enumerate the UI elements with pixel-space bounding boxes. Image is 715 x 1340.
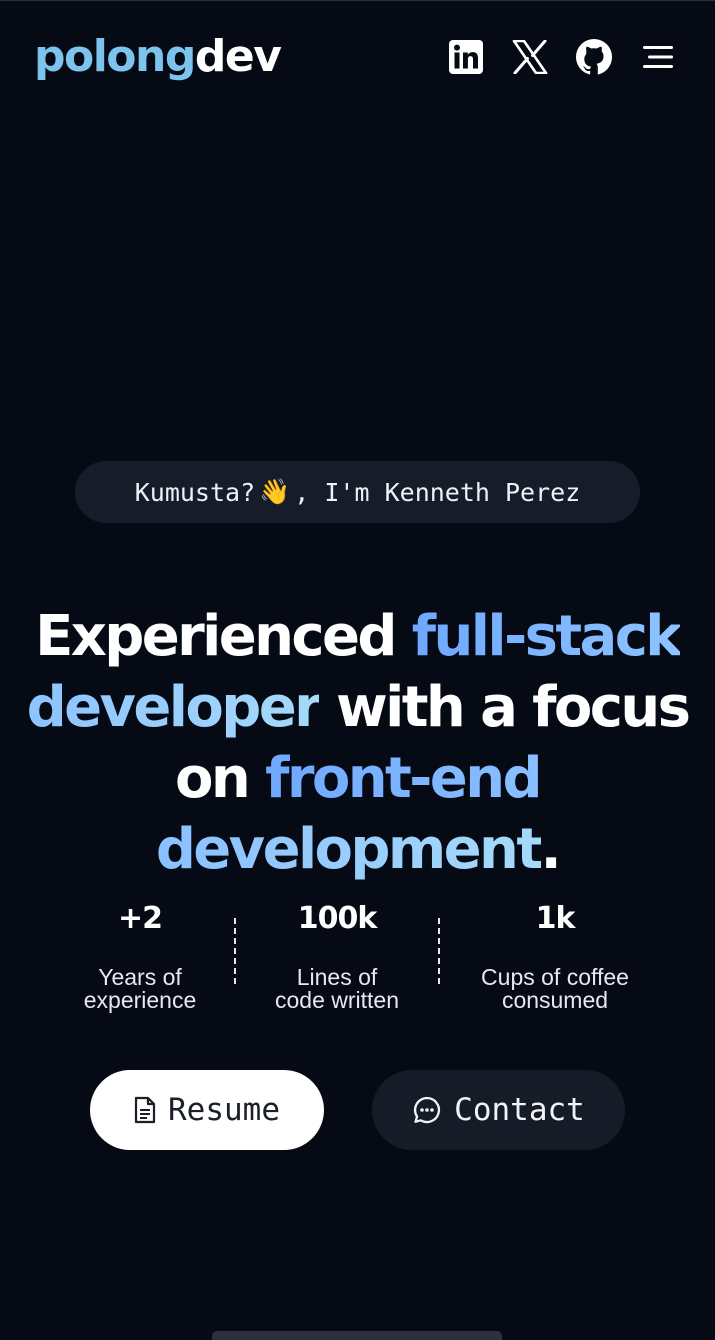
resume-button[interactable]: Resume (90, 1070, 324, 1150)
stats-row: +2 Years of experience 100k Lines of cod… (40, 896, 675, 1026)
stat-divider (438, 918, 440, 984)
stat-value: 100k (297, 901, 378, 936)
portfolio-page: polongdev Kumusta? 👋 , I'm Kenneth Perez… (0, 0, 715, 1340)
waving-hand-icon: 👋 (259, 477, 291, 506)
contact-button-label: Contact (454, 1092, 585, 1128)
logo-text-primary: polong (34, 31, 196, 82)
github-icon[interactable] (575, 38, 613, 76)
header-social-links (447, 37, 677, 77)
site-header: polongdev (0, 1, 715, 113)
greeting-text-before: Kumusta? (134, 477, 256, 507)
stat-coffee: 1k Cups of coffee consumed (450, 896, 660, 1012)
stat-experience: +2 Years of experience (60, 896, 220, 1012)
stat-value: +2 (117, 901, 163, 936)
greeting-pill: Kumusta? 👋 , I'm Kenneth Perez (75, 461, 640, 523)
stat-lines-of-code: 100k Lines of code written (252, 896, 422, 1012)
linkedin-icon[interactable] (447, 38, 485, 76)
x-icon[interactable] (511, 38, 549, 76)
stat-divider (234, 918, 236, 984)
chat-bubble-icon (412, 1095, 442, 1125)
logo-text-secondary: dev (194, 31, 282, 82)
greeting-text-after: , I'm Kenneth Perez (294, 477, 581, 507)
contact-button[interactable]: Contact (372, 1070, 625, 1150)
headline-period: . (540, 816, 562, 882)
stat-label: Years of experience (83, 964, 197, 1013)
hero-headline: Experienced full-stack developer with a … (0, 601, 715, 885)
stat-label: Lines of code written (274, 964, 399, 1013)
headline-word-experienced: Experienced (35, 603, 397, 669)
menu-icon[interactable] (639, 38, 677, 76)
document-icon (134, 1096, 156, 1124)
stat-label: Cups of coffee consumed (481, 964, 629, 1013)
stat-value: 1k (535, 901, 576, 936)
resume-button-label: Resume (168, 1092, 280, 1128)
site-logo[interactable]: polongdev (34, 29, 282, 85)
